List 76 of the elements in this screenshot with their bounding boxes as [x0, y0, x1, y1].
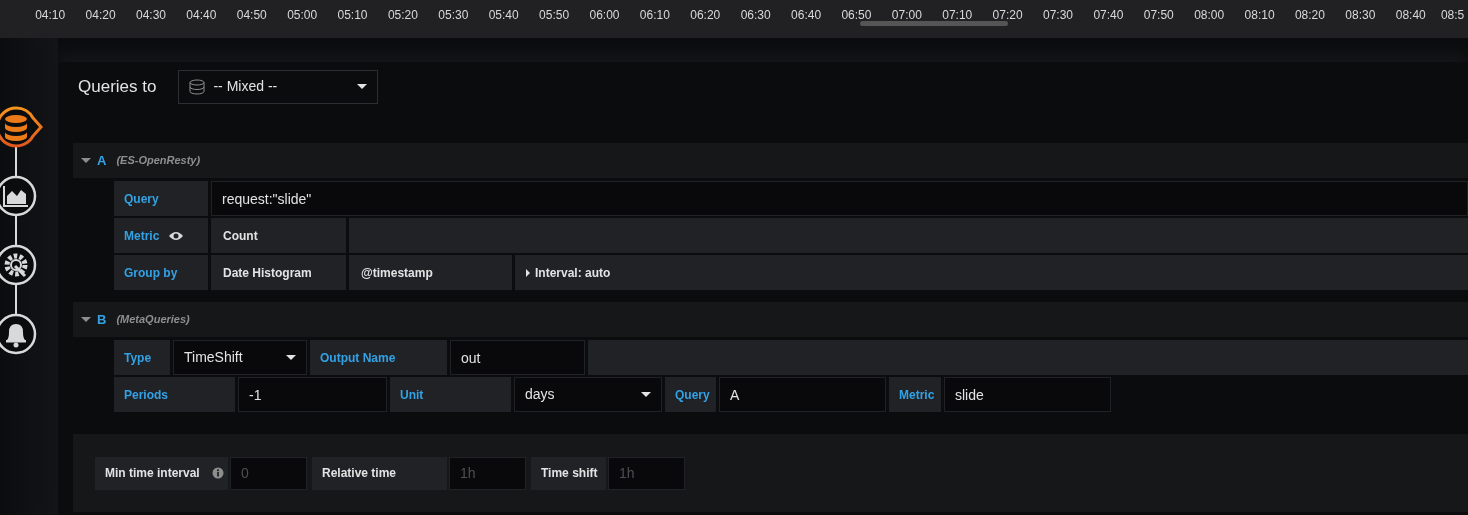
- axis-tick-label: 07:40: [1092, 7, 1125, 24]
- field-label: Metric: [889, 377, 941, 412]
- database-icon: [189, 78, 206, 95]
- caret-down-icon[interactable]: [81, 155, 91, 166]
- option-input-field[interactable]: 1h: [608, 456, 685, 490]
- field-label: Periods: [114, 377, 235, 412]
- datasource-select[interactable]: -- Mixed --: [178, 69, 379, 104]
- axis-tick-label: 04:20: [84, 7, 117, 24]
- axis-tick-label: 08:40: [1394, 7, 1427, 24]
- option-label: Time shift: [541, 465, 598, 482]
- query-datasource-label: (ES-OpenResty): [116, 153, 201, 169]
- text-input-field[interactable]: request:"slide": [211, 181, 1468, 216]
- eye-icon[interactable]: [169, 230, 184, 241]
- field-value[interactable]: Date Histogram: [211, 255, 346, 290]
- option-input-field[interactable]: 0: [230, 456, 307, 490]
- caret-down-icon[interactable]: [81, 314, 91, 325]
- database-icon[interactable]: [0, 106, 43, 148]
- caret-down-icon: [641, 391, 651, 398]
- axis-tick-label: 06:00: [588, 7, 621, 24]
- field-label: Unit: [390, 377, 511, 412]
- axis-tick-label: 05:20: [386, 7, 419, 24]
- axis-tick-label: 06:30: [739, 7, 772, 24]
- axis-tick-label: 04:30: [134, 7, 167, 24]
- caret-down-icon: [357, 83, 368, 90]
- axis-tick-label: 08:5: [1439, 7, 1465, 24]
- query-datasource-label: (MetaQueries): [116, 312, 190, 328]
- axis-tick-label: 08:00: [1193, 7, 1226, 24]
- queries-to-label: Queries to: [78, 75, 157, 98]
- text-input-field[interactable]: -1: [238, 377, 387, 412]
- query-ref-label: A: [97, 151, 107, 170]
- scrollbar-thumb[interactable]: [860, 21, 1008, 26]
- select-field[interactable]: days: [514, 377, 662, 412]
- axis-tick-label: 05:10: [336, 7, 369, 24]
- axis-tick-label: 07:10: [941, 7, 974, 24]
- field-label: Query: [114, 181, 208, 216]
- text-input-field[interactable]: slide: [944, 377, 1111, 412]
- axis-tick-label: 04:10: [34, 7, 67, 24]
- info-icon[interactable]: [211, 467, 224, 479]
- text-input-field[interactable]: out: [450, 340, 585, 375]
- query-header[interactable]: A (ES-OpenResty): [73, 143, 1468, 178]
- field-label: Query: [665, 377, 716, 412]
- query-ref-label: B: [97, 310, 107, 329]
- text-input-field[interactable]: A: [719, 377, 886, 412]
- bell-icon[interactable]: [0, 313, 37, 355]
- caret-down-icon: [286, 354, 296, 361]
- axis-tick-label: 07:00: [890, 7, 923, 24]
- axis-tick-label: 07:50: [1142, 7, 1175, 24]
- field-label: Output Name: [310, 340, 447, 375]
- field-label: Metric: [124, 227, 160, 245]
- gear-wrench-icon[interactable]: [0, 244, 37, 286]
- interval-toggle[interactable]: Interval: auto: [515, 255, 1468, 290]
- axis-tick-label: 07:30: [1042, 7, 1074, 24]
- query-header[interactable]: B (MetaQueries): [73, 302, 1468, 337]
- axis-tick-label: 06:40: [790, 7, 823, 24]
- axis-tick-label: 06:20: [689, 7, 722, 24]
- option-label: Min time interval: [105, 465, 200, 482]
- field-value[interactable]: Count: [211, 218, 346, 253]
- axis-tick-label: 05:50: [538, 7, 571, 24]
- axis-tick-label: 07:20: [991, 7, 1024, 24]
- field-value[interactable]: @timestamp: [349, 255, 512, 290]
- axis-tick-label: 08:20: [1293, 7, 1326, 24]
- area-chart-icon[interactable]: [0, 175, 37, 217]
- axis-tick-label: 08:10: [1243, 7, 1276, 24]
- axis-tick-label: 05:40: [487, 7, 520, 24]
- select-field[interactable]: TimeShift: [173, 340, 307, 375]
- field-label: Group by: [114, 255, 208, 290]
- axis-tick-label: 08:30: [1344, 7, 1377, 24]
- axis-tick-label: 06:50: [840, 7, 873, 24]
- axis-tick-label: 04:50: [235, 7, 268, 24]
- axis-tick-label: 05:30: [437, 7, 470, 24]
- option-input-field[interactable]: 1h: [449, 456, 526, 490]
- field-label: Type: [114, 340, 170, 375]
- axis-tick-label: 05:00: [286, 7, 319, 24]
- axis-tick-label: 06:10: [638, 7, 671, 24]
- option-label: Relative time: [322, 465, 397, 482]
- axis-tick-label: 04:40: [185, 7, 218, 24]
